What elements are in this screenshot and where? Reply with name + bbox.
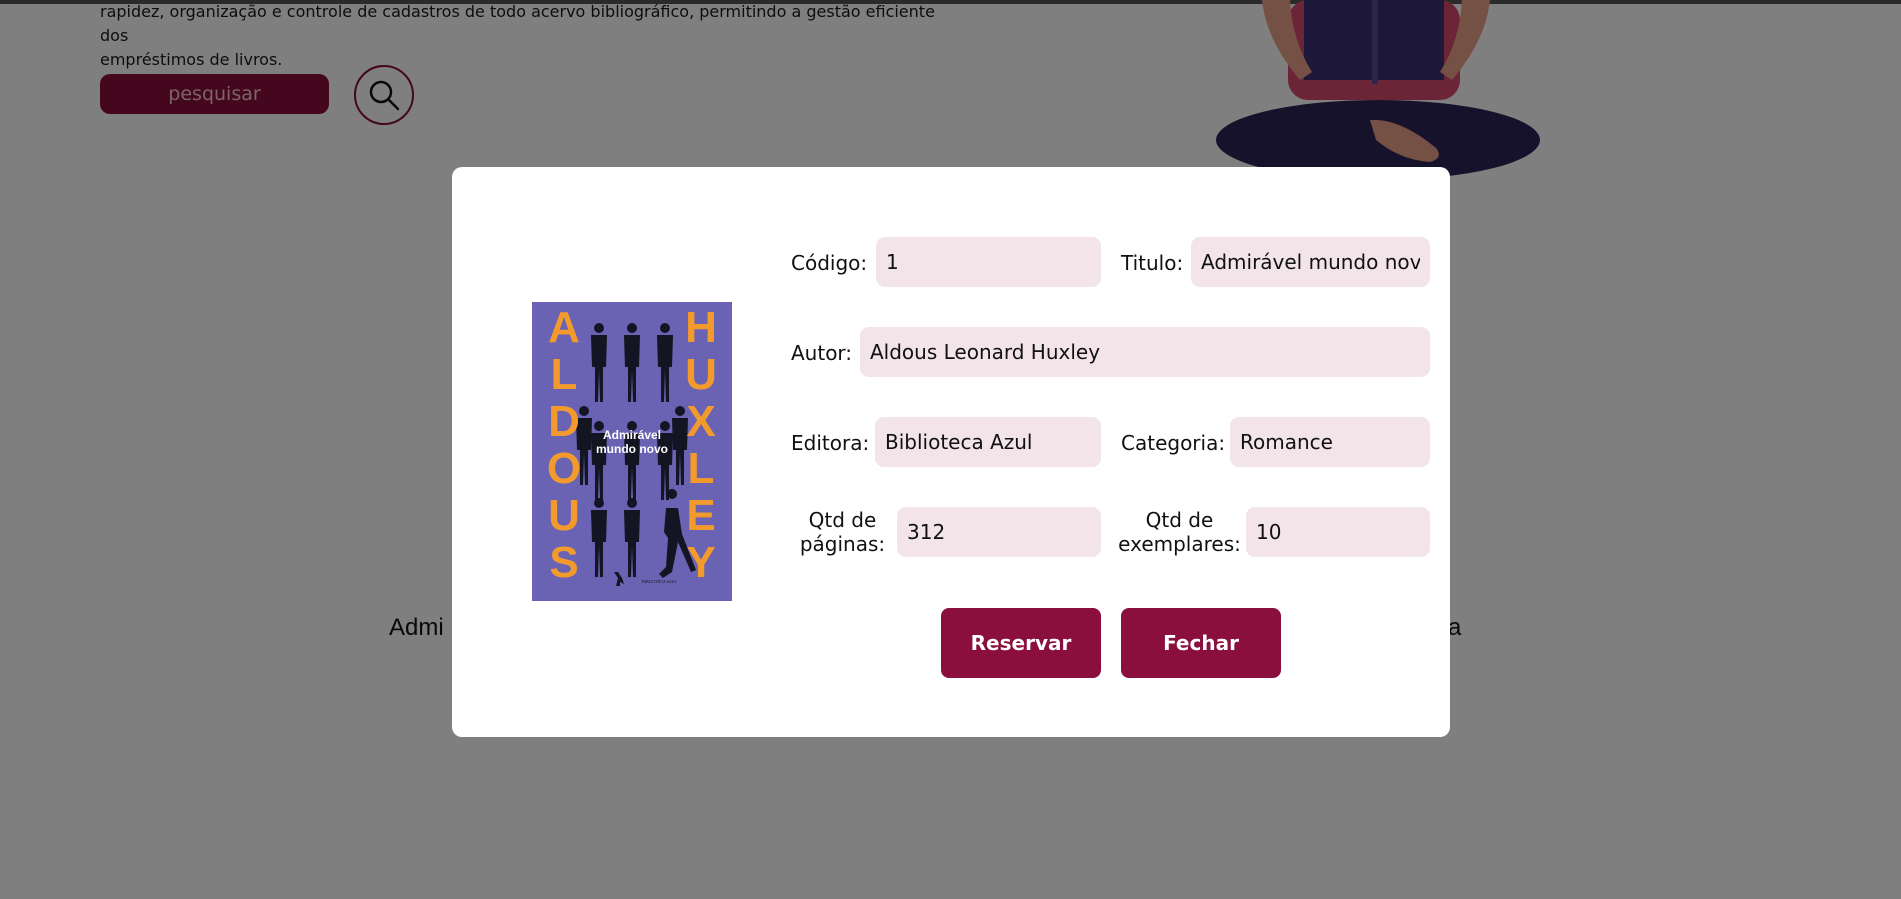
cover-letter: Y: [686, 538, 715, 587]
cover-letter: S: [549, 538, 578, 587]
cover-letter: E: [686, 491, 715, 540]
autor-label: Autor:: [791, 341, 853, 365]
cover-publisher: BIBLIOTECA AZUL: [642, 579, 678, 584]
categoria-field[interactable]: [1230, 417, 1430, 467]
categoria-label: Categoria:: [1121, 431, 1226, 455]
codigo-label: Código:: [791, 251, 868, 275]
autor-field[interactable]: [860, 327, 1430, 377]
cover-author-last-name: HUXLEY: [685, 303, 717, 587]
cover-letter: H: [685, 303, 717, 352]
paginas-field[interactable]: [897, 507, 1101, 557]
fechar-button[interactable]: Fechar: [1121, 608, 1281, 678]
cover-letter: U: [548, 491, 580, 540]
cover-letter: L: [551, 350, 578, 399]
exemplares-label-line-1: Qtd de: [1145, 508, 1214, 532]
cover-author-first-name: ALDOUS: [547, 303, 581, 587]
exemplares-field[interactable]: [1246, 507, 1430, 557]
book-details-modal: ALDOUS HUXLEY Admirável mundo novo BIBLI…: [452, 167, 1450, 737]
editora-label: Editora:: [791, 431, 870, 455]
paginas-label: Qtd de páginas:: [795, 508, 890, 556]
paginas-label-line-2: páginas:: [799, 532, 886, 556]
cover-letter: U: [685, 350, 717, 399]
cover-letter: A: [548, 303, 580, 352]
titulo-label: Titulo:: [1121, 251, 1184, 275]
exemplares-label: Qtd de exemplares:: [1117, 508, 1242, 556]
exemplares-label-line-2: exemplares:: [1118, 532, 1241, 556]
codigo-field[interactable]: [876, 237, 1101, 287]
book-cover-image: ALDOUS HUXLEY Admirável mundo novo BIBLI…: [532, 302, 732, 601]
cover-letter: O: [547, 444, 581, 493]
paginas-label-line-1: Qtd de: [808, 508, 877, 532]
titulo-field[interactable]: [1191, 237, 1430, 287]
cover-title-line-1: Admirável: [603, 428, 661, 442]
cover-letter: X: [686, 397, 715, 446]
cover-letter: D: [548, 397, 580, 446]
cover-title-line-2: mundo novo: [596, 442, 668, 456]
editora-field[interactable]: [875, 417, 1101, 467]
cover-letter: L: [688, 444, 715, 493]
reservar-button[interactable]: Reservar: [941, 608, 1101, 678]
